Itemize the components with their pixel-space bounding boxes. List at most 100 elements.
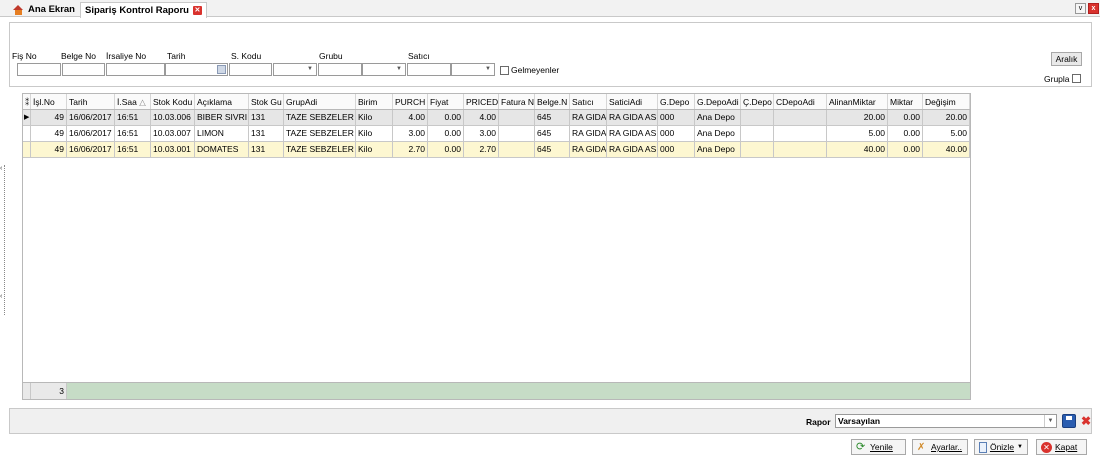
column-header[interactable]: Fatura N xyxy=(499,94,535,109)
table-cell[interactable]: 16/06/2017 xyxy=(67,126,115,141)
onizle-button[interactable]: Önizle ▼ xyxy=(974,439,1028,455)
table-cell[interactable]: 000 xyxy=(658,126,695,141)
table-cell[interactable]: 5.00 xyxy=(923,126,970,141)
table-cell[interactable]: 645 xyxy=(535,142,570,157)
table-cell[interactable]: 131 xyxy=(249,142,284,157)
table-cell[interactable] xyxy=(774,126,827,141)
table-cell[interactable]: RA GIDA xyxy=(570,126,607,141)
fis-no-input[interactable] xyxy=(17,63,61,76)
save-icon[interactable] xyxy=(1062,414,1076,428)
table-cell[interactable]: 10.03.001 xyxy=(151,142,195,157)
tab-ana-ekran[interactable]: Ana Ekran xyxy=(9,2,79,17)
belge-no-input[interactable] xyxy=(62,63,105,76)
table-cell[interactable]: 5.00 xyxy=(827,126,888,141)
table-cell[interactable]: 131 xyxy=(249,110,284,125)
table-cell[interactable]: 645 xyxy=(535,110,570,125)
table-cell[interactable]: 4.00 xyxy=(464,110,499,125)
table-cell[interactable]: 40.00 xyxy=(827,142,888,157)
table-cell[interactable]: TAZE SEBZELER xyxy=(284,110,356,125)
table-cell[interactable]: DOMATES xyxy=(195,142,249,157)
table-cell[interactable]: 20.00 xyxy=(923,110,970,125)
table-cell[interactable]: 20.00 xyxy=(827,110,888,125)
satici-select[interactable]: ▼ xyxy=(451,63,495,76)
satici-input[interactable] xyxy=(407,63,451,76)
table-cell[interactable]: 0.00 xyxy=(888,110,923,125)
column-header[interactable]: Değişim xyxy=(923,94,970,109)
table-cell[interactable]: RA GIDA AS xyxy=(607,142,658,157)
table-cell[interactable]: RA GIDA AS xyxy=(607,126,658,141)
s-kodu-input[interactable] xyxy=(229,63,272,76)
table-cell[interactable]: 16/06/2017 xyxy=(67,110,115,125)
table-cell[interactable]: Kilo xyxy=(356,110,393,125)
table-row[interactable]: 49 16/06/2017 16:51 10.03.007 LIMON 131 … xyxy=(23,126,970,142)
kapat-button[interactable]: ✕ Kapat xyxy=(1036,439,1087,455)
column-header[interactable]: Stok Kodu xyxy=(151,94,195,109)
table-row[interactable]: ▶ 49 16/06/2017 16:51 10.03.006 BIBER SI… xyxy=(23,110,970,126)
table-cell[interactable]: Kilo xyxy=(356,126,393,141)
table-cell[interactable]: 2.70 xyxy=(464,142,499,157)
table-cell[interactable]: 16/06/2017 xyxy=(67,142,115,157)
table-cell[interactable]: TAZE SEBZELER xyxy=(284,126,356,141)
table-cell[interactable]: 10.03.006 xyxy=(151,110,195,125)
column-header[interactable]: İşl.No xyxy=(31,94,67,109)
chevron-down-icon[interactable]: ▼ xyxy=(1017,444,1023,450)
table-cell[interactable]: 0.00 xyxy=(428,142,464,157)
table-cell[interactable] xyxy=(499,110,535,125)
rapor-select[interactable]: Varsayılan ▼ xyxy=(835,414,1057,428)
column-header[interactable]: Birim xyxy=(356,94,393,109)
table-cell[interactable]: 49 xyxy=(31,142,67,157)
column-header[interactable]: Miktar xyxy=(888,94,923,109)
table-cell[interactable]: 0.00 xyxy=(888,126,923,141)
table-cell[interactable]: Kilo xyxy=(356,142,393,157)
ayarlar-button[interactable]: ✗ Ayarlar.. xyxy=(912,439,968,455)
table-cell[interactable]: 3.00 xyxy=(393,126,428,141)
window-close-icon[interactable]: x xyxy=(1088,3,1099,14)
table-cell[interactable] xyxy=(741,110,774,125)
table-cell[interactable] xyxy=(741,142,774,157)
table-cell[interactable]: 0.00 xyxy=(888,142,923,157)
table-cell[interactable]: 000 xyxy=(658,110,695,125)
collapse-left-icon[interactable]: ‹ xyxy=(0,293,2,300)
table-cell[interactable]: RA GIDA AS xyxy=(607,110,658,125)
table-cell[interactable]: 2.70 xyxy=(393,142,428,157)
table-cell[interactable]: TAZE SEBZELER xyxy=(284,142,356,157)
table-cell[interactable]: RA GIDA xyxy=(570,110,607,125)
irsaliye-no-input[interactable] xyxy=(106,63,165,76)
table-cell[interactable]: 49 xyxy=(31,110,67,125)
column-header[interactable]: AlinanMiktar xyxy=(827,94,888,109)
table-cell[interactable]: 0.00 xyxy=(428,110,464,125)
table-cell[interactable]: Ana Depo xyxy=(695,126,741,141)
column-header[interactable]: Fiyat xyxy=(428,94,464,109)
column-header[interactable]: Belge.N xyxy=(535,94,570,109)
grupla-checkbox[interactable] xyxy=(1072,74,1081,83)
table-cell[interactable]: 16:51 xyxy=(115,142,151,157)
calendar-icon[interactable] xyxy=(217,65,226,74)
column-header[interactable]: Stok Gu xyxy=(249,94,284,109)
table-cell[interactable]: 49 xyxy=(31,126,67,141)
s-kodu-select[interactable]: ▼ xyxy=(273,63,317,76)
table-cell[interactable]: 4.00 xyxy=(393,110,428,125)
column-header[interactable]: GrupAdi xyxy=(284,94,356,109)
column-header[interactable]: CDepoAdi xyxy=(774,94,827,109)
table-cell[interactable]: 645 xyxy=(535,126,570,141)
column-header[interactable]: İ.Saa △ xyxy=(115,94,151,109)
table-cell[interactable] xyxy=(774,142,827,157)
table-cell[interactable]: LIMON xyxy=(195,126,249,141)
table-cell[interactable]: 16:51 xyxy=(115,126,151,141)
table-row[interactable]: 49 16/06/2017 16:51 10.03.001 DOMATES 13… xyxy=(23,142,970,158)
column-header[interactable]: Satıcı xyxy=(570,94,607,109)
tarih-input[interactable] xyxy=(165,63,228,76)
column-header[interactable]: G.DepoAdi xyxy=(695,94,741,109)
table-cell[interactable]: Ana Depo xyxy=(695,110,741,125)
table-cell[interactable]: RA GIDA xyxy=(570,142,607,157)
gelmeyenler-checkbox[interactable] xyxy=(500,66,509,75)
table-cell[interactable] xyxy=(741,126,774,141)
delete-icon[interactable]: ✖ xyxy=(1079,414,1093,428)
grubu-input[interactable] xyxy=(318,63,362,76)
table-cell[interactable] xyxy=(499,126,535,141)
grubu-select[interactable]: ▼ xyxy=(362,63,406,76)
tab-siparis-kontrol-raporu[interactable]: Sipariş Kontrol Raporu ✕ xyxy=(80,2,207,18)
column-header[interactable]: Ç.Depo xyxy=(741,94,774,109)
table-cell[interactable]: 40.00 xyxy=(923,142,970,157)
aralik-button[interactable]: Aralık xyxy=(1051,52,1082,66)
